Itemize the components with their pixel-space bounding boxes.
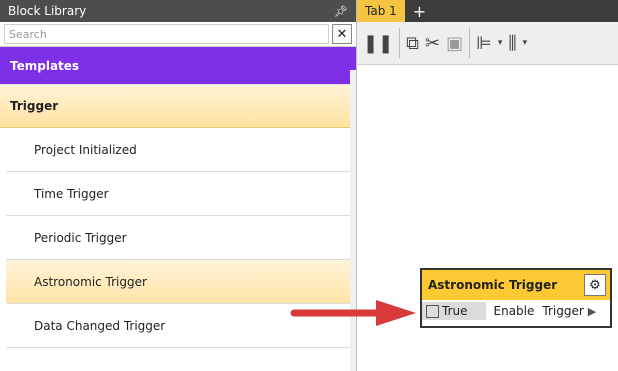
toolbar: ❚❚ ⧉ ✂ ▣ ⊫ ▾ ⫼ ▾: [357, 22, 618, 65]
panel-title: Block Library: [8, 4, 87, 18]
trigger-output-label: Trigger: [542, 304, 584, 318]
dropdown-icon[interactable]: ▾: [523, 28, 528, 58]
category-trigger[interactable]: Trigger: [0, 85, 356, 128]
library-item-project-initialized[interactable]: Project Initialized: [6, 128, 356, 172]
tab-bar: Tab 1 +: [357, 0, 618, 22]
toolbar-separator: [469, 28, 471, 58]
distribute-icon[interactable]: ⫼: [508, 28, 516, 58]
toolbar-separator: [399, 28, 401, 58]
add-tab-icon[interactable]: +: [413, 2, 426, 21]
enable-input-label: Enable: [493, 304, 535, 318]
copy-icon[interactable]: ⧉: [406, 28, 419, 58]
block-header: Astronomic Trigger ⚙: [422, 270, 610, 300]
block-port-row: True Enable Trigger ▶: [422, 300, 610, 322]
library-item-time-trigger[interactable]: Time Trigger: [6, 172, 356, 216]
tab-1[interactable]: Tab 1: [357, 0, 405, 22]
panel-title-bar: Block Library 📌︎: [0, 0, 356, 22]
output-port-icon[interactable]: ▶: [588, 305, 596, 318]
pause-icon[interactable]: ❚❚: [363, 28, 393, 58]
category-templates[interactable]: Templates: [0, 47, 356, 85]
gear-icon[interactable]: ⚙: [584, 274, 606, 296]
library-item-periodic-trigger[interactable]: Periodic Trigger: [6, 216, 356, 260]
search-input[interactable]: [4, 24, 329, 44]
search-bar: ✕: [0, 22, 356, 47]
clear-search-icon[interactable]: ✕: [332, 24, 352, 44]
dropdown-icon[interactable]: ▾: [498, 28, 503, 58]
paste-icon[interactable]: ▣: [446, 28, 463, 58]
arrow-icon: [290, 300, 416, 326]
block-title: Astronomic Trigger: [428, 278, 558, 292]
cut-icon[interactable]: ✂: [425, 28, 440, 58]
astronomic-trigger-block[interactable]: Astronomic Trigger ⚙ True Enable Trigger…: [420, 268, 612, 328]
align-left-icon[interactable]: ⊫: [476, 28, 492, 58]
enable-value: True: [442, 304, 468, 318]
pin-icon[interactable]: 📌︎: [334, 5, 348, 18]
enable-checkbox[interactable]: [426, 304, 439, 318]
enable-input-value[interactable]: True: [422, 302, 486, 320]
